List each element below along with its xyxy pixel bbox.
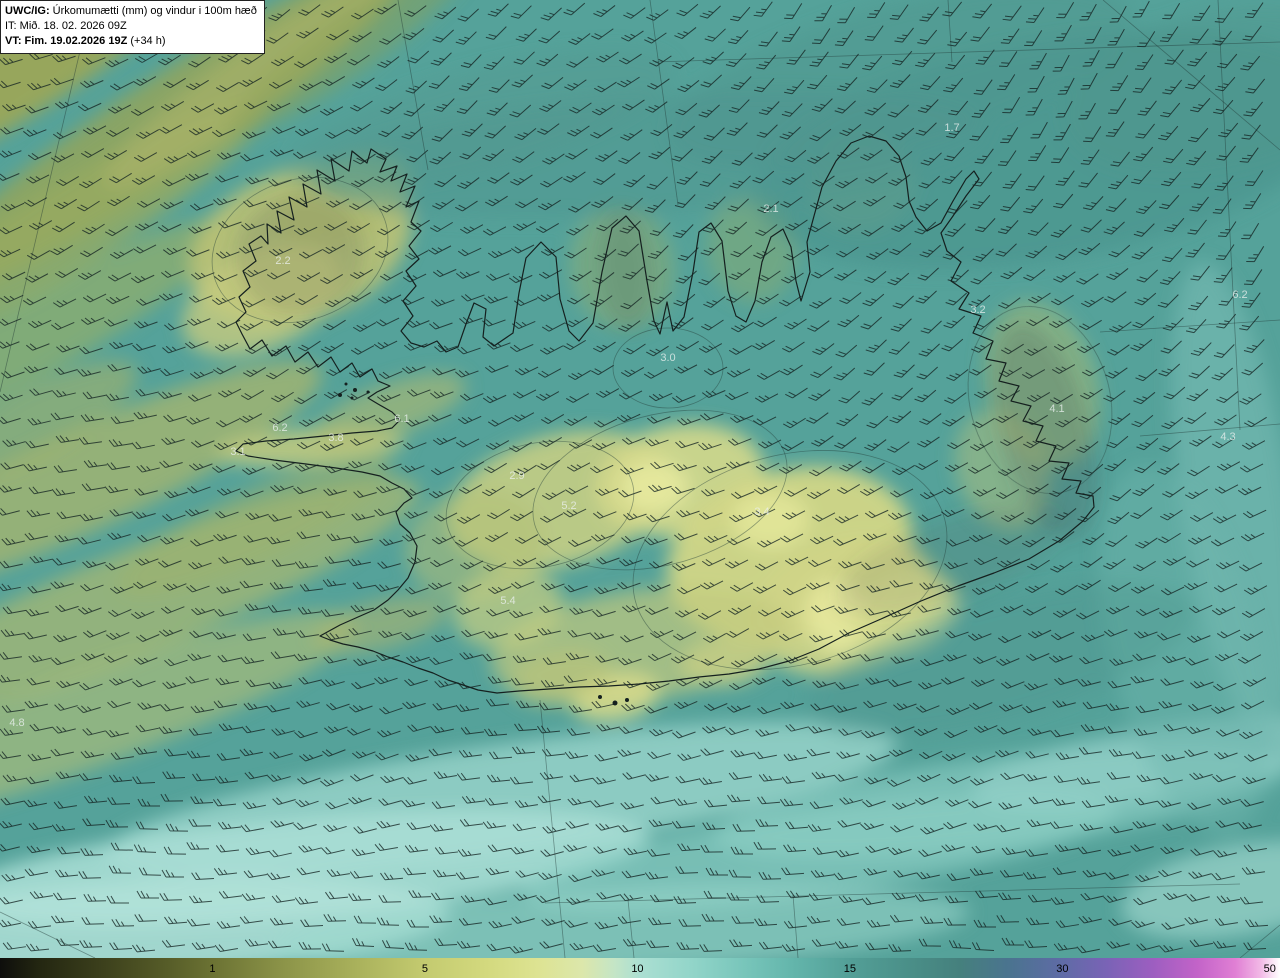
precip-value-label: 4.3 xyxy=(1220,431,1235,443)
weather-map: 1.7 2.1 2.2 3.2 6.2 3.0 4.1 6.1 6.2 3.8 4.3 3.1 2.9 5… xyxy=(0,0,1280,958)
precip-value-label: 6.2 xyxy=(1232,289,1247,301)
colorbar-tick-label: 15 xyxy=(843,963,857,975)
colorbar-tick-label: 10 xyxy=(631,963,644,975)
colorbar-tick-label: 1 xyxy=(209,963,216,975)
precip-value-label: 6.1 xyxy=(394,413,409,425)
precip-value-label: 5.4 xyxy=(500,595,515,607)
weather-map-app: 1.7 2.1 2.2 3.2 6.2 3.0 4.1 6.1 6.2 3.8 4.3 3.1 2.9 5… xyxy=(0,0,1280,978)
colorbar-ticks: 1 5 10 15 30 50 xyxy=(0,958,1280,978)
precip-value-label: 2.2 xyxy=(275,255,290,267)
precip-value-label: 4.1 xyxy=(1049,403,1064,415)
precip-value-label: 3.2 xyxy=(970,304,985,316)
map-title: Úrkomumætti (mm) og vindur i 100m hæð xyxy=(49,5,257,17)
precip-value-label: 3.4 xyxy=(754,506,769,518)
lead-time: (+34 h) xyxy=(127,34,166,47)
precip-value-label: 1.7 xyxy=(944,122,959,134)
title-line-1: UWC/IG: Úrkomumætti (mm) og vindur i 100… xyxy=(5,4,257,19)
precip-value-label: 3.1 xyxy=(230,446,245,458)
precip-value-label: 5.2 xyxy=(561,500,576,512)
precip-value-label: 2.9 xyxy=(509,470,524,482)
map-title-box: UWC/IG: Úrkomumætti (mm) og vindur i 100… xyxy=(0,0,265,54)
colorbar-tick-label: 5 xyxy=(421,963,429,975)
colorbar: 1 5 10 15 30 50 xyxy=(0,958,1280,978)
valid-time: VT: Fim. 19.02.2026 19Z xyxy=(5,34,128,47)
precip-value-label: 6.2 xyxy=(272,422,287,434)
colorbar-tick-label: 30 xyxy=(1056,963,1069,975)
precip-value-label: 3.0 xyxy=(660,352,675,364)
model-label: UWC/IG: xyxy=(5,5,50,17)
title-line-3: VT: Fim. 19.02.2026 19Z (+34 h) xyxy=(5,34,257,49)
colorbar-tick-label: 50 xyxy=(1263,963,1276,975)
precip-value-label: 3.8 xyxy=(328,432,343,444)
precip-value-label: 4.8 xyxy=(9,717,24,729)
precip-value-label: 2.1 xyxy=(763,203,778,215)
init-time: IT: Mið. 18. 02. 2026 09Z xyxy=(5,19,127,32)
